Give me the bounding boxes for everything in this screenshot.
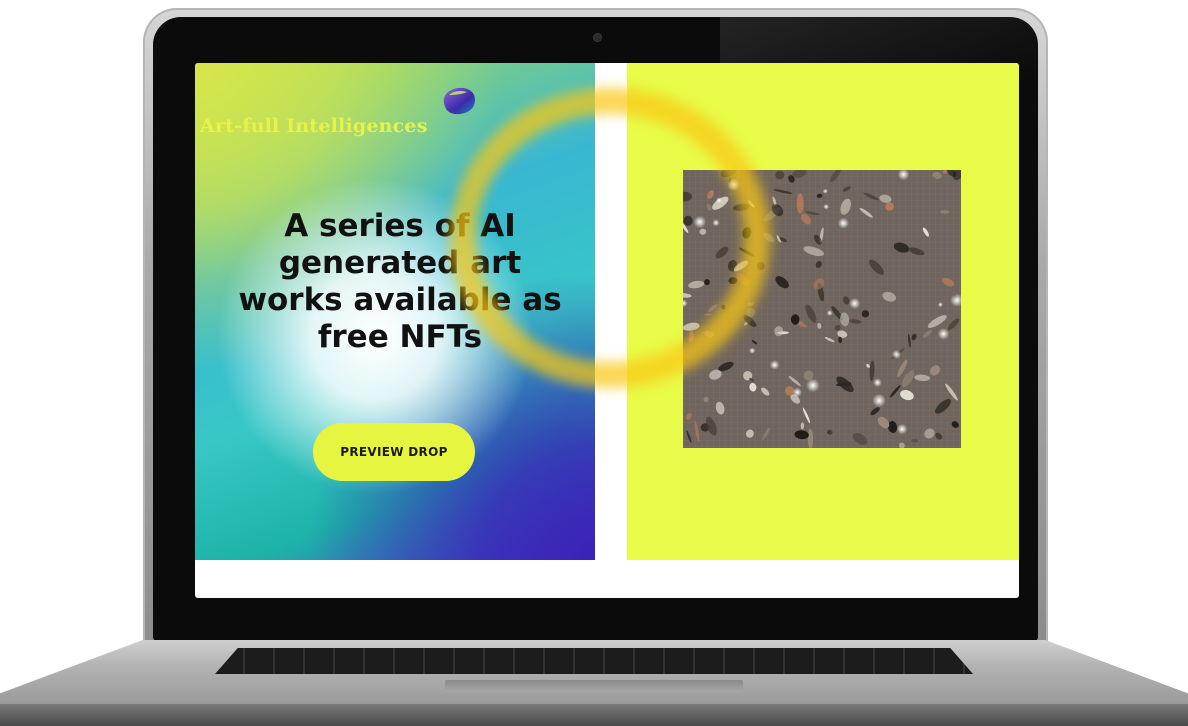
- blob-logo-icon: [443, 87, 475, 115]
- artwork-highlight: [873, 378, 882, 387]
- hero-panel: Art-full Intelligences A series of AI ge…: [195, 63, 595, 560]
- artwork-highlight: [792, 387, 802, 397]
- laptop-base-edge: [0, 704, 1188, 726]
- artwork-highlight: [693, 215, 707, 229]
- laptop-trackpad: [445, 680, 743, 692]
- artwork-highlight: [892, 349, 901, 359]
- artwork-highlight: [715, 197, 722, 204]
- artwork-highlight: [937, 328, 950, 340]
- artwork-highlight: [837, 217, 849, 229]
- artwork-highlight: [822, 188, 828, 194]
- brand-name[interactable]: Art-full Intelligences: [200, 115, 428, 137]
- artwork-highlight: [712, 219, 720, 227]
- ai-artwork-image[interactable]: [683, 170, 961, 448]
- artwork-highlight: [849, 297, 861, 309]
- artwork-panel: [627, 63, 1019, 560]
- laptop-keyboard: [215, 648, 973, 674]
- artwork-highlight: [769, 360, 780, 370]
- hero-headline: A series of AI generated art works avail…: [238, 208, 562, 355]
- preview-drop-button[interactable]: PREVIEW DROP: [313, 423, 475, 481]
- laptop-mockup: Art-full Intelligences A series of AI ge…: [0, 0, 1188, 726]
- artwork-highlight: [896, 423, 908, 435]
- artwork-stroke: [728, 277, 738, 285]
- artwork-stroke: [790, 314, 800, 325]
- webcam-icon: [594, 34, 601, 41]
- laptop-screen: Art-full Intelligences A series of AI ge…: [195, 63, 1019, 598]
- artwork-highlight: [727, 178, 741, 191]
- artwork-highlight: [823, 203, 830, 210]
- artwork-highlight: [826, 310, 833, 316]
- artwork-texture: [683, 170, 961, 448]
- artwork-highlight: [872, 393, 886, 408]
- artwork-highlight: [806, 378, 820, 393]
- artwork-highlight: [937, 302, 943, 308]
- artwork-highlight: [749, 347, 756, 354]
